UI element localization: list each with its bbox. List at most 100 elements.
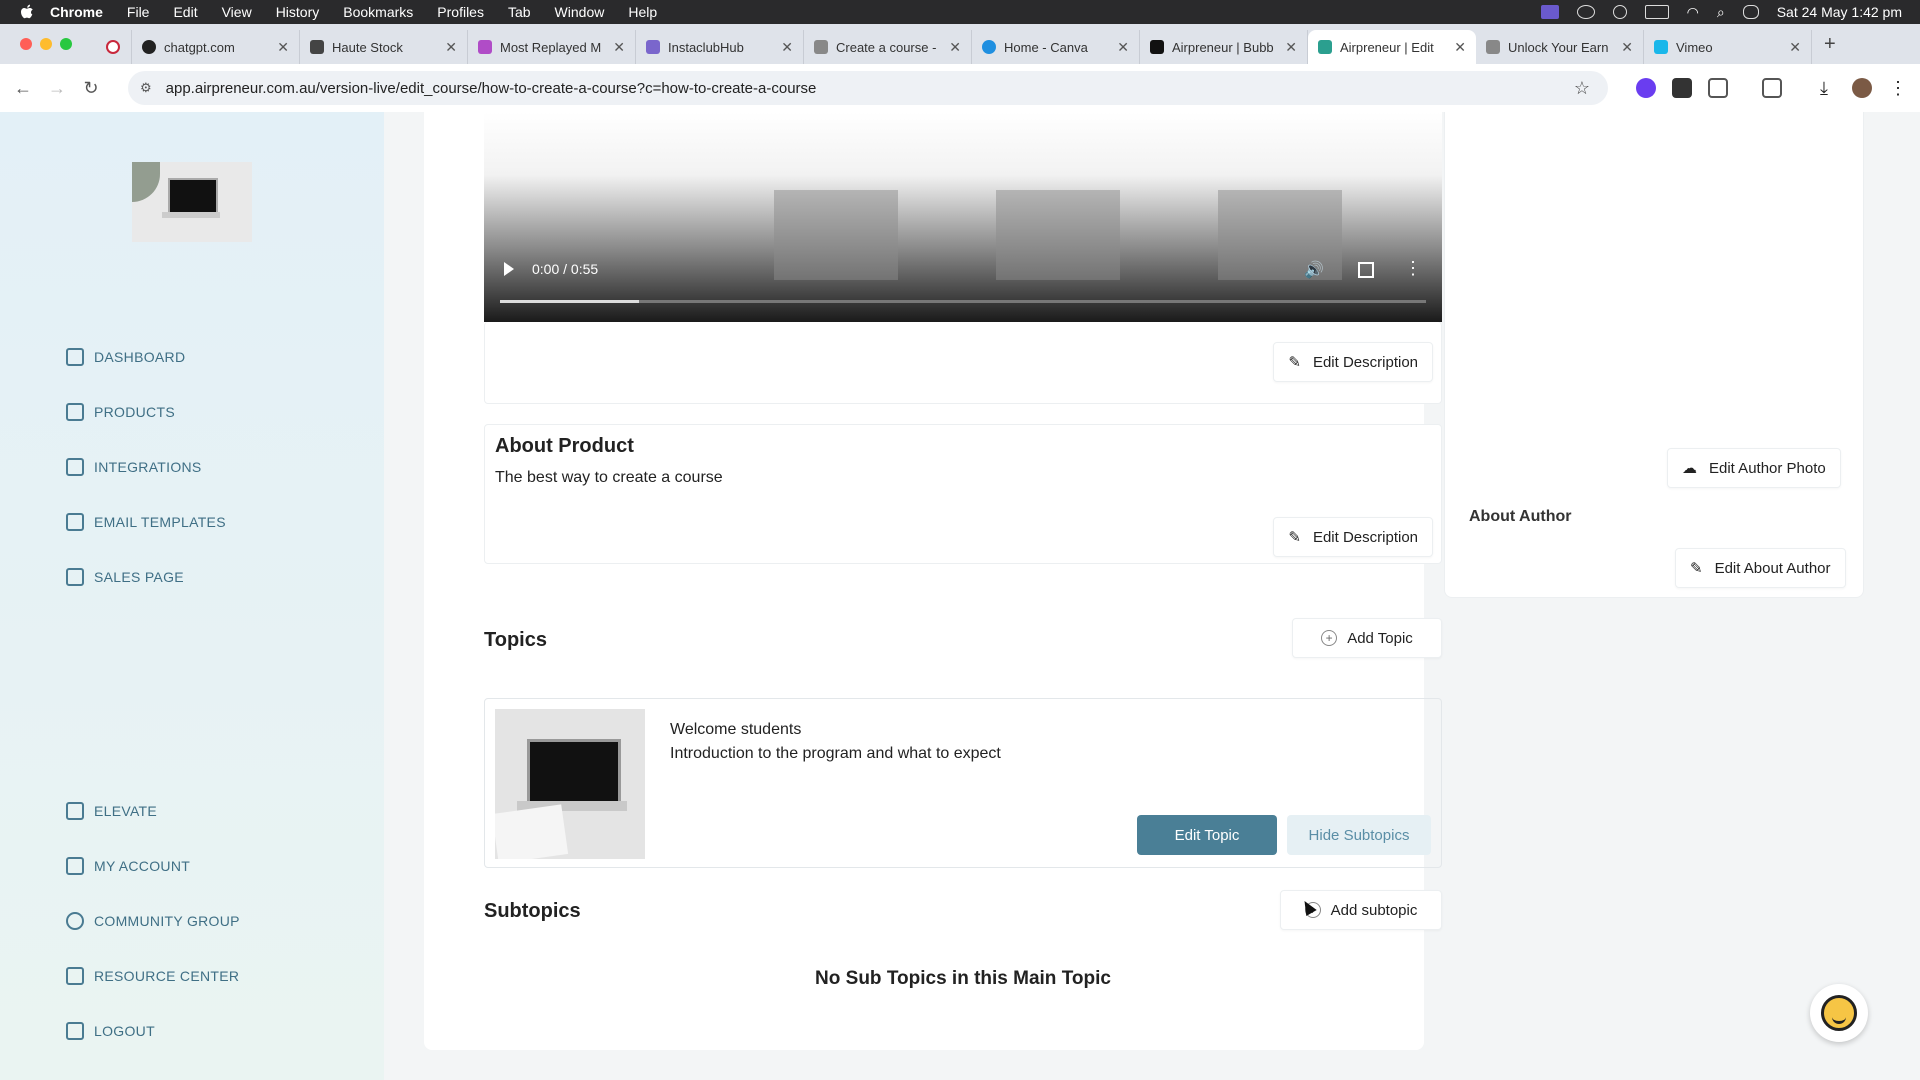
sidebar-item-integrations[interactable]: INTEGRATIONS bbox=[66, 458, 202, 476]
close-tab-icon[interactable]: ✕ bbox=[949, 39, 961, 56]
screen-mirroring-icon[interactable] bbox=[1540, 5, 1559, 19]
sidebar-item-label: INTEGRATIONS bbox=[94, 459, 202, 475]
menu-file[interactable]: File bbox=[127, 4, 150, 20]
maximize-window-button[interactable] bbox=[60, 38, 72, 50]
menu-profiles[interactable]: Profiles bbox=[437, 4, 484, 20]
subtopics-heading: Subtopics bbox=[484, 900, 581, 922]
about-product-text: The best way to create a course bbox=[495, 469, 723, 486]
support-chat-button[interactable] bbox=[1810, 984, 1868, 1042]
close-tab-icon[interactable]: ✕ bbox=[1285, 39, 1297, 56]
sidebar-item-sales-page[interactable]: SALES PAGE bbox=[66, 568, 184, 586]
extension-icon[interactable] bbox=[1636, 78, 1656, 98]
menu-bookmarks[interactable]: Bookmarks bbox=[343, 4, 413, 20]
site-info-icon[interactable]: ⚙ bbox=[140, 80, 152, 96]
tab-haute-stock[interactable]: Haute Stock ✕ bbox=[300, 30, 468, 64]
hide-subtopics-button[interactable]: Hide Subtopics bbox=[1287, 815, 1431, 855]
creative-cloud-icon[interactable] bbox=[1576, 5, 1595, 19]
sidebar-item-label: DASHBOARD bbox=[94, 349, 186, 365]
menu-edit[interactable]: Edit bbox=[173, 4, 197, 20]
tab-chatgpt[interactable]: chatgpt.com ✕ bbox=[132, 30, 300, 64]
close-tab-icon[interactable]: ✕ bbox=[781, 39, 793, 56]
close-tab-icon[interactable]: ✕ bbox=[1454, 39, 1466, 56]
new-tab-icon[interactable]: + bbox=[1824, 33, 1836, 56]
url-text[interactable]: app.airpreneur.com.au/version-live/edit_… bbox=[166, 80, 817, 97]
sidebar-item-dashboard[interactable]: DASHBOARD bbox=[66, 348, 185, 366]
sidebar-item-label: MY ACCOUNT bbox=[94, 858, 191, 874]
fullscreen-icon[interactable] bbox=[1358, 262, 1374, 278]
battery-icon[interactable] bbox=[1644, 5, 1669, 19]
control-center-icon[interactable] bbox=[1742, 5, 1759, 19]
browser-toolbar: ← → ↻ ⚙ app.airpreneur.com.au/version-li… bbox=[0, 64, 1920, 113]
close-tab-icon[interactable]: ✕ bbox=[1789, 39, 1801, 56]
wifi-icon[interactable]: ◠ bbox=[1687, 4, 1699, 21]
volume-icon[interactable]: 🔊 bbox=[1304, 260, 1324, 280]
more-options-icon[interactable]: ⋮ bbox=[1404, 258, 1422, 279]
edit-about-author-button[interactable]: ✎ Edit About Author bbox=[1675, 548, 1846, 588]
close-tab-icon[interactable]: ✕ bbox=[1117, 39, 1129, 56]
tab-airpreneur-bubble[interactable]: Airpreneur | Bubb ✕ bbox=[1140, 30, 1308, 64]
settings-gear-icon[interactable] bbox=[1612, 5, 1627, 19]
play-icon[interactable] bbox=[504, 262, 514, 276]
sidebar-item-label: SALES PAGE bbox=[94, 569, 184, 585]
tab-vimeo[interactable]: Vimeo ✕ bbox=[1644, 30, 1812, 64]
empty-subtopics-message: No Sub Topics in this Main Topic bbox=[815, 968, 1111, 989]
chrome-menu-icon[interactable]: ⋮ bbox=[1888, 78, 1908, 98]
edit-topic-button[interactable]: Edit Topic bbox=[1137, 815, 1277, 855]
close-window-button[interactable] bbox=[20, 38, 32, 50]
tab-unlock-earnings[interactable]: Unlock Your Earn ✕ bbox=[1476, 30, 1644, 64]
edit-author-photo-button[interactable]: ☁ Edit Author Photo bbox=[1667, 448, 1841, 488]
forward-arrow-icon[interactable]: → bbox=[46, 78, 68, 99]
video-player[interactable]: 0:00 / 0:55 🔊 ⋮ bbox=[484, 112, 1442, 322]
tab-recording[interactable] bbox=[96, 30, 132, 64]
vimeo-favicon-icon bbox=[1654, 40, 1668, 54]
menu-help[interactable]: Help bbox=[628, 4, 657, 20]
close-tab-icon[interactable]: ✕ bbox=[1621, 39, 1633, 56]
tab-airpreneur-edit[interactable]: Airpreneur | Edit ✕ bbox=[1308, 30, 1476, 64]
close-tab-icon[interactable]: ✕ bbox=[613, 39, 625, 56]
minimize-window-button[interactable] bbox=[40, 38, 52, 50]
menubar-datetime[interactable]: Sat 24 May 1:42 pm bbox=[1777, 4, 1902, 20]
apple-icon[interactable] bbox=[18, 3, 36, 21]
reload-icon[interactable]: ↻ bbox=[80, 78, 102, 99]
bookmark-star-icon[interactable]: ☆ bbox=[1574, 78, 1590, 99]
menubar-status-area: ◠ ⌕ Sat 24 May 1:42 pm bbox=[1540, 0, 1902, 24]
profile-avatar[interactable] bbox=[1852, 78, 1872, 98]
integrations-icon bbox=[66, 458, 84, 476]
sidebar-item-my-account[interactable]: MY ACCOUNT bbox=[66, 857, 190, 875]
menu-view[interactable]: View bbox=[222, 4, 252, 20]
menu-window[interactable]: Window bbox=[555, 4, 605, 20]
topic-description: Introduction to the program and what to … bbox=[670, 745, 1001, 762]
edit-video-description-button[interactable]: ✎ Edit Description bbox=[1273, 342, 1433, 382]
chatgpt-favicon-icon bbox=[142, 40, 156, 54]
tab-instaclubhub[interactable]: InstaclubHub ✕ bbox=[636, 30, 804, 64]
topics-heading: Topics bbox=[484, 629, 547, 651]
sidebar-item-resource-center[interactable]: RESOURCE CENTER bbox=[66, 967, 239, 985]
menu-tab[interactable]: Tab bbox=[508, 4, 531, 20]
video-progress-bar[interactable] bbox=[500, 300, 1426, 303]
sidebar-item-label: PRODUCTS bbox=[94, 404, 175, 420]
topic-card: Welcome students Introduction to the pro… bbox=[484, 698, 1442, 868]
sidebar-item-email-templates[interactable]: EMAIL TEMPLATES bbox=[66, 513, 226, 531]
extensions-puzzle-icon[interactable] bbox=[1708, 78, 1728, 98]
menu-history[interactable]: History bbox=[276, 4, 320, 20]
sidebar-item-community-group[interactable]: COMMUNITY GROUP bbox=[66, 912, 240, 930]
about-product-box: About Product The best way to create a c… bbox=[484, 424, 1442, 564]
add-topic-button[interactable]: + Add Topic bbox=[1292, 618, 1442, 658]
tab-create-course[interactable]: Create a course - ✕ bbox=[804, 30, 972, 64]
sidebar-item-products[interactable]: PRODUCTS bbox=[66, 403, 175, 421]
extension-icon[interactable] bbox=[1672, 78, 1692, 98]
download-icon[interactable]: ⤓ bbox=[1814, 78, 1834, 98]
spotlight-search-icon[interactable]: ⌕ bbox=[1717, 4, 1725, 21]
menu-app-name[interactable]: Chrome bbox=[50, 4, 103, 20]
community-icon bbox=[66, 912, 84, 930]
sidebar-item-logout[interactable]: LOGOUT bbox=[66, 1022, 155, 1040]
sidebar-item-elevate[interactable]: ELEVATE bbox=[66, 802, 157, 820]
close-tab-icon[interactable]: ✕ bbox=[277, 39, 289, 56]
tab-search-icon[interactable] bbox=[1762, 78, 1782, 98]
tab-most-replayed[interactable]: Most Replayed M ✕ bbox=[468, 30, 636, 64]
back-arrow-icon[interactable]: ← bbox=[12, 78, 34, 99]
close-tab-icon[interactable]: ✕ bbox=[445, 39, 457, 56]
address-bar[interactable]: ⚙ app.airpreneur.com.au/version-live/edi… bbox=[128, 71, 1608, 105]
edit-product-description-button[interactable]: ✎ Edit Description bbox=[1273, 517, 1433, 557]
tab-canva[interactable]: Home - Canva ✕ bbox=[972, 30, 1140, 64]
